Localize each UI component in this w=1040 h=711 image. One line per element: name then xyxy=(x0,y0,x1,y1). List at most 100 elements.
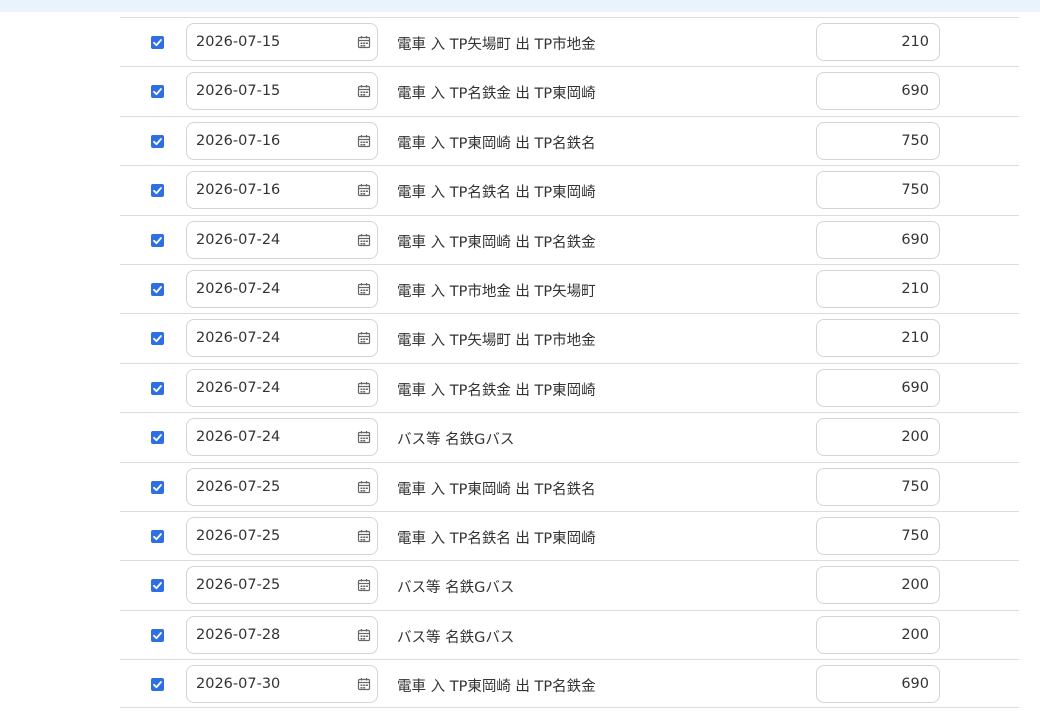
description-text: 電車 入 TP名鉄金 出 TP東岡崎 xyxy=(397,382,596,399)
calendar-icon[interactable] xyxy=(357,331,371,345)
amount-input[interactable]: 750 xyxy=(816,171,940,210)
date-input[interactable]: 2026-07-25 xyxy=(186,566,378,605)
row-checkbox[interactable] xyxy=(151,85,164,99)
table-row: 2026-07-24 電車 入 TP東岡崎 出 TP名鉄金 690 xyxy=(120,214,1019,264)
amount-input[interactable]: 200 xyxy=(816,615,940,654)
checkmark-icon xyxy=(153,483,162,491)
amount-value: 690 xyxy=(901,83,929,100)
calendar-icon[interactable] xyxy=(357,233,371,247)
row-checkbox[interactable] xyxy=(151,579,164,593)
row-checkbox[interactable] xyxy=(151,36,164,49)
table-row: 2026-07-28 バス等 名鉄Gバス 200 xyxy=(120,609,1019,659)
date-input[interactable]: 2026-07-16 xyxy=(186,121,378,160)
checkmark-icon xyxy=(153,137,162,145)
row-checkbox[interactable] xyxy=(151,381,164,395)
amount-value: 690 xyxy=(901,379,929,396)
row-checkbox[interactable] xyxy=(151,480,164,494)
calendar-icon[interactable] xyxy=(357,282,371,296)
amount-input[interactable]: 690 xyxy=(816,72,940,111)
row-checkbox[interactable] xyxy=(151,134,164,148)
description-text: 電車 入 TP東岡崎 出 TP名鉄金 xyxy=(397,234,596,251)
calendar-icon[interactable] xyxy=(357,628,371,642)
date-input[interactable]: 2026-07-15 xyxy=(186,72,378,111)
calendar-icon[interactable] xyxy=(357,430,371,444)
table-row: 2026-07-24 電車 入 TP矢場町 出 TP市地金 210 xyxy=(120,313,1019,362)
checkmark-icon xyxy=(153,236,162,244)
calendar-icon[interactable] xyxy=(357,35,371,49)
date-value: 2026-07-30 xyxy=(196,676,281,693)
amount-input[interactable]: 210 xyxy=(816,319,940,358)
date-value: 2026-07-25 xyxy=(196,478,281,495)
date-input[interactable]: 2026-07-25 xyxy=(186,516,378,555)
amount-value: 200 xyxy=(901,429,929,446)
amount-input[interactable]: 750 xyxy=(816,121,940,160)
date-input[interactable]: 2026-07-30 xyxy=(186,665,378,704)
description-text: 電車 入 TP東岡崎 出 TP名鉄金 xyxy=(397,679,596,696)
table-row: 2026-07-24 電車 入 TP名鉄金 出 TP東岡崎 690 xyxy=(120,362,1019,412)
date-value: 2026-07-28 xyxy=(196,626,281,643)
row-checkbox[interactable] xyxy=(151,529,164,543)
calendar-icon[interactable] xyxy=(357,529,371,543)
date-input[interactable]: 2026-07-16 xyxy=(186,171,378,210)
amount-input[interactable]: 210 xyxy=(816,23,940,61)
date-value: 2026-07-24 xyxy=(196,231,281,248)
calendar-icon[interactable] xyxy=(357,677,371,691)
checkmark-icon xyxy=(153,286,162,294)
date-value: 2026-07-16 xyxy=(196,132,281,149)
date-value: 2026-07-15 xyxy=(196,34,281,50)
checkmark-icon xyxy=(153,39,162,47)
date-input[interactable]: 2026-07-24 xyxy=(186,220,378,259)
top-band xyxy=(0,0,1040,12)
checkmark-icon xyxy=(153,434,162,442)
date-input[interactable]: 2026-07-28 xyxy=(186,615,378,654)
amount-input[interactable]: 210 xyxy=(816,269,940,308)
calendar-icon[interactable] xyxy=(357,183,371,197)
date-value: 2026-07-25 xyxy=(196,577,281,594)
checkmark-icon xyxy=(153,384,162,392)
table-row: 2026-07-15 電車 入 TP矢場町 出 TP市地金 210 xyxy=(120,17,1019,66)
description-text: バス等 名鉄Gバス xyxy=(397,629,515,646)
checkmark-icon xyxy=(153,681,162,689)
amount-input[interactable]: 690 xyxy=(816,368,940,407)
description-text: 電車 入 TP東岡崎 出 TP名鉄名 xyxy=(397,135,596,152)
date-input[interactable]: 2026-07-24 xyxy=(186,319,378,358)
date-value: 2026-07-24 xyxy=(196,379,281,396)
amount-value: 750 xyxy=(901,478,929,495)
amount-input[interactable]: 690 xyxy=(816,665,940,704)
amount-input[interactable]: 200 xyxy=(816,418,940,457)
calendar-icon[interactable] xyxy=(357,578,371,592)
amount-value: 200 xyxy=(901,626,929,643)
description-text: バス等 名鉄Gバス xyxy=(397,580,515,597)
row-checkbox[interactable] xyxy=(151,184,164,198)
amount-value: 690 xyxy=(901,676,929,693)
calendar-icon[interactable] xyxy=(357,381,371,395)
date-input[interactable]: 2026-07-24 xyxy=(186,269,378,308)
row-checkbox[interactable] xyxy=(151,628,164,642)
amount-input[interactable]: 200 xyxy=(816,566,940,605)
amount-input[interactable]: 750 xyxy=(816,467,940,506)
date-value: 2026-07-24 xyxy=(196,330,281,347)
description-text: 電車 入 TP矢場町 出 TP市地金 xyxy=(397,333,596,350)
table-row: 2026-07-15 電車 入 TP名鉄金 出 TP東岡崎 690 xyxy=(120,66,1019,115)
row-checkbox[interactable] xyxy=(151,282,164,296)
table-row: 2026-07-24 電車 入 TP市地金 出 TP矢場町 210 xyxy=(120,263,1019,313)
date-value: 2026-07-24 xyxy=(196,429,281,446)
row-checkbox[interactable] xyxy=(151,431,164,445)
amount-input[interactable]: 690 xyxy=(816,220,940,259)
table-row: 2026-07-25 電車 入 TP東岡崎 出 TP名鉄名 750 xyxy=(120,461,1019,511)
date-input[interactable]: 2026-07-25 xyxy=(186,467,378,506)
row-checkbox[interactable] xyxy=(151,332,164,346)
checkmark-icon xyxy=(153,88,162,96)
row-checkbox[interactable] xyxy=(151,678,164,692)
calendar-icon[interactable] xyxy=(357,84,371,98)
calendar-icon[interactable] xyxy=(357,134,371,148)
table-row: 2026-07-24 バス等 名鉄Gバス 200 xyxy=(120,412,1019,461)
date-input[interactable]: 2026-07-24 xyxy=(186,418,378,457)
checkmark-icon xyxy=(153,187,162,195)
checkmark-icon xyxy=(153,335,162,343)
calendar-icon[interactable] xyxy=(357,480,371,494)
date-input[interactable]: 2026-07-24 xyxy=(186,368,378,407)
amount-input[interactable]: 750 xyxy=(816,516,940,555)
date-input[interactable]: 2026-07-15 xyxy=(186,23,378,61)
row-checkbox[interactable] xyxy=(151,233,164,247)
